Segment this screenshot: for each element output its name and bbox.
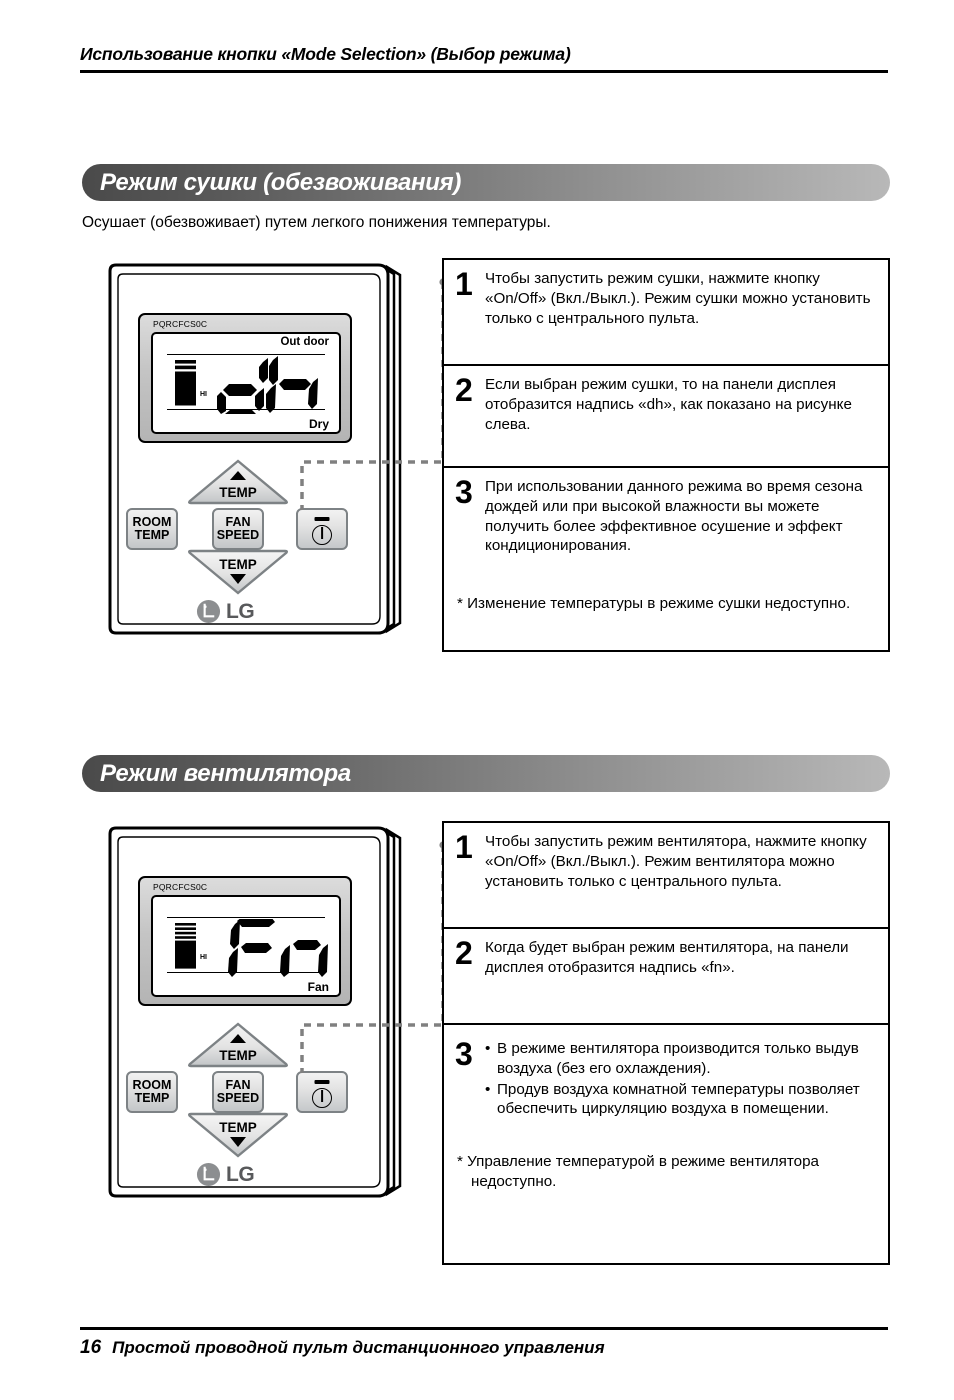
room-temp-label-line2: TEMP (134, 528, 170, 542)
step-row-1-fan: 1 Чтобы запустить режим вентилятора, наж… (444, 823, 888, 929)
page-header: Использование кнопки «Mode Selection» (В… (80, 44, 888, 73)
svg-text:TEMP: TEMP (219, 557, 257, 572)
lcd-screen-dry: Out door HI Dry (151, 332, 341, 434)
section-bar-dry: Режим сушки (обезвоживания) (82, 164, 890, 201)
lcd-divider-top-dry (167, 354, 325, 355)
lcd-mode-label-dry: Dry (308, 417, 329, 431)
room-temp-button-dry[interactable]: ROOM TEMP (126, 508, 178, 550)
lg-wordmark: LG (226, 599, 255, 623)
svg-text:TEMP: TEMP (219, 485, 257, 500)
note-fan: * Управление температурой в режиме венти… (444, 1152, 888, 1192)
page-header-title: Использование кнопки «Mode Selection» (В… (80, 44, 571, 64)
lcd-seven-segment-fan (228, 919, 328, 977)
lcd-hi-label-dry: HI (200, 391, 207, 398)
power-on-off-button-fan[interactable] (296, 1071, 348, 1113)
step-number: 3 (455, 474, 473, 510)
step-text: Чтобы запустить режим сушки, нажмите кно… (485, 270, 871, 327)
step-text: Чтобы запустить режим вентилятора, нажми… (485, 833, 867, 890)
note-dry: * Изменение температуры в режиме сушки н… (444, 594, 888, 614)
list-item: В режиме вентилятора производится только… (485, 1039, 876, 1079)
lcd-seven-segment-dry (217, 356, 318, 414)
header-divider (80, 70, 888, 73)
lcd-divider-bottom-fan (167, 972, 325, 973)
step-text: При использовании данного режима во врем… (485, 478, 863, 555)
temp-down-button-fan[interactable]: TEMP (186, 1112, 290, 1158)
lg-circle-icon (196, 599, 221, 624)
instruction-box-dry: 1 Чтобы запустить режим сушки, нажмите к… (442, 258, 890, 652)
lcd-divider-bottom-dry (167, 409, 325, 410)
lcd-outdoor-label-dry: Out door (280, 336, 329, 348)
note-text: * Изменение температуры в режиме сушки н… (457, 595, 851, 612)
fan-speed-button-fan[interactable]: FAN SPEED (212, 1071, 264, 1113)
lcd-module-dry: PQRCFCS0C Out door HI Dry (138, 313, 352, 443)
section-bar-fan: Режим вентилятора (82, 755, 890, 792)
lcd-module-fan: PQRCFCS0C HI Fan (138, 876, 352, 1006)
signal-strength-icon-dry (175, 360, 196, 406)
temp-up-button-dry[interactable]: TEMP (186, 459, 290, 505)
step-bullet-list: В режиме вентилятора производится только… (485, 1039, 876, 1120)
step-number: 1 (455, 829, 473, 865)
remote-illustration-dry: PQRCFCS0C Out door HI Dry TEMP ROOM TEMP… (100, 255, 420, 645)
temp-down-button-dry[interactable]: TEMP (186, 549, 290, 595)
step-row-3-fan: 3 В режиме вентилятора производится толь… (444, 1025, 888, 1124)
power-symbol-icon (312, 1088, 332, 1108)
lg-brand-logo-dry: LG (196, 599, 255, 624)
step-number: 2 (455, 935, 473, 971)
power-dash-icon (314, 1080, 330, 1084)
footer-title: Простой проводной пульт дистанционного у… (112, 1338, 605, 1357)
lcd-screen-fan: HI Fan (151, 895, 341, 997)
lcd-divider-top-fan (167, 917, 325, 918)
section-title-dry: Режим сушки (обезвоживания) (100, 168, 462, 196)
section-description-dry: Осушает (обезвоживает) путем легкого пон… (82, 214, 551, 231)
power-symbol-icon (312, 525, 332, 545)
page-footer: 16 Простой проводной пульт дистанционног… (80, 1327, 888, 1359)
power-dash-icon (314, 517, 330, 521)
step-row-3-dry: 3 При использовании данного режима во вр… (444, 468, 888, 560)
svg-text:TEMP: TEMP (219, 1048, 257, 1063)
lcd-hi-label-fan: HI (200, 954, 207, 961)
lg-brand-logo-fan: LG (196, 1162, 255, 1187)
step-number: 2 (455, 372, 473, 408)
instruction-box-fan: 1 Чтобы запустить режим вентилятора, наж… (442, 821, 890, 1265)
lg-wordmark: LG (226, 1162, 255, 1186)
footer-divider (80, 1327, 888, 1330)
fan-speed-label-line2: SPEED (216, 1091, 260, 1105)
fan-speed-button-dry[interactable]: FAN SPEED (212, 508, 264, 550)
section-title-fan: Режим вентилятора (100, 759, 351, 787)
lcd-model-label-dry: PQRCFCS0C (153, 319, 208, 329)
fan-speed-label-line2: SPEED (216, 528, 260, 542)
temp-up-button-fan[interactable]: TEMP (186, 1022, 290, 1068)
lg-circle-icon (196, 1162, 221, 1187)
room-temp-label-line2: TEMP (134, 1091, 170, 1105)
step-number: 1 (455, 266, 473, 302)
svg-text:TEMP: TEMP (219, 1120, 257, 1135)
step-row-1-dry: 1 Чтобы запустить режим сушки, нажмите к… (444, 260, 888, 366)
step-text: Когда будет выбран режим вентилятора, на… (485, 939, 849, 976)
signal-strength-icon-fan (175, 923, 196, 969)
room-temp-button-fan[interactable]: ROOM TEMP (126, 1071, 178, 1113)
lcd-mode-label-fan: Fan (307, 980, 329, 994)
power-on-off-button-dry[interactable] (296, 508, 348, 550)
remote-illustration-fan: PQRCFCS0C HI Fan TEMP ROOM TEMP FAN SPEE… (100, 818, 420, 1208)
page-number: 16 (80, 1337, 102, 1358)
note-text: * Управление температурой в режиме венти… (457, 1153, 819, 1190)
step-row-2-fan: 2 Когда будет выбран режим вентилятора, … (444, 929, 888, 1025)
step-text: Если выбран режим сушки, то на панели ди… (485, 376, 852, 433)
list-item: Продув воздуха комнатной температуры поз… (485, 1080, 876, 1120)
step-number: 3 (455, 1036, 473, 1072)
lcd-model-label-fan: PQRCFCS0C (153, 882, 208, 892)
step-row-2-dry: 2 Если выбран режим сушки, то на панели … (444, 366, 888, 468)
